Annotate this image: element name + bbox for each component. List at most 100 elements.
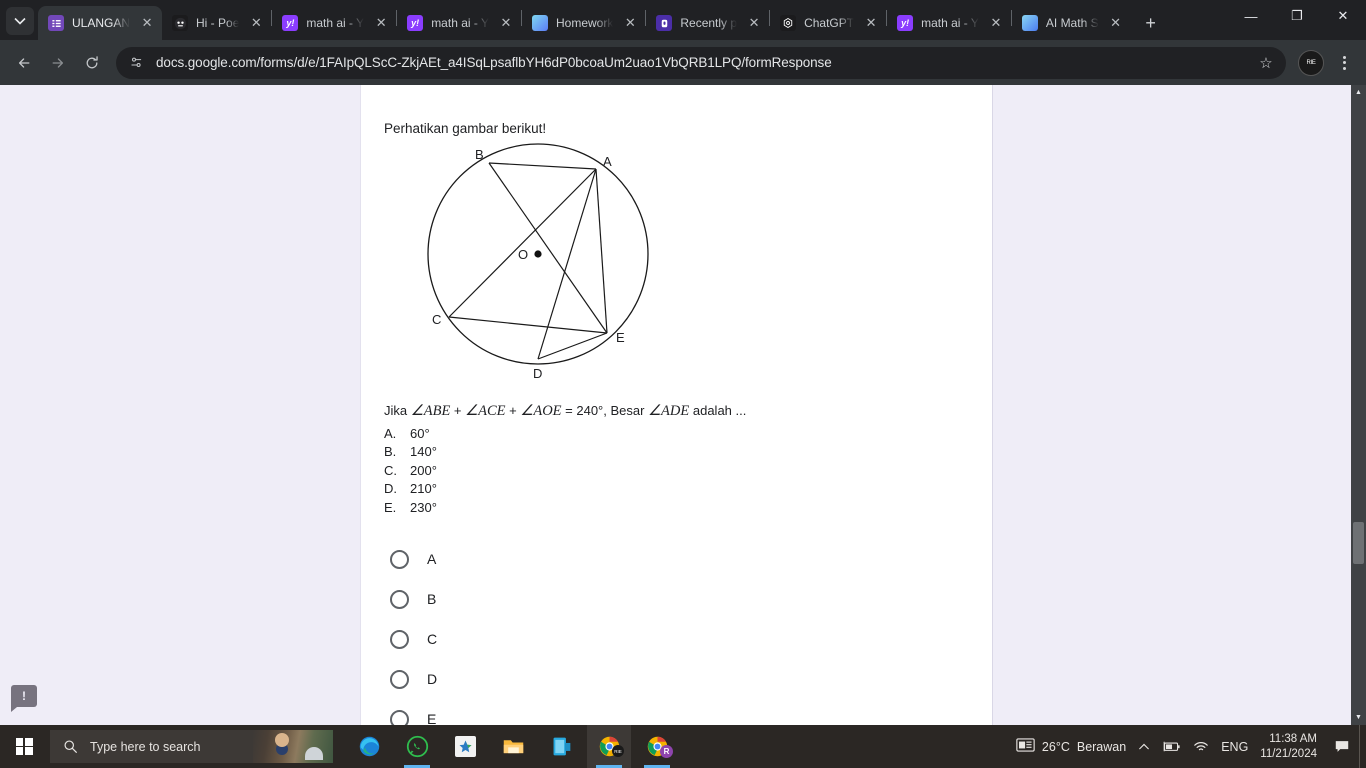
taskbar-app-whatsapp[interactable] — [395, 725, 439, 768]
browser-window: ULANGAN ✕ Hi - Poe ✕ y! math ai - Y ✕ y!… — [0, 0, 1366, 725]
kebab-menu-icon — [1342, 55, 1346, 59]
profile-badge-r: R — [660, 745, 673, 758]
profile-avatar[interactable]: RIE — [1298, 49, 1324, 76]
radio-button-icon[interactable] — [390, 629, 409, 649]
yahoo-icon: y! — [407, 15, 424, 31]
address-bar[interactable]: docs.google.com/forms/d/e/1FAIpQLScC-Zkj… — [116, 46, 1286, 79]
close-window-button[interactable]: ✕ — [1320, 0, 1366, 32]
maximize-button[interactable]: ❐ — [1274, 0, 1320, 32]
tab-search-button[interactable] — [6, 7, 34, 35]
tab-title: Hi - Poe — [196, 16, 240, 30]
tab-title: ChatGPT — [804, 16, 855, 30]
tab-title: math ai - Y — [431, 16, 489, 30]
tab-chatgpt[interactable]: ChatGPT ✕ — [770, 6, 886, 40]
taskbar-app-chrome-r[interactable]: R — [635, 725, 679, 768]
chatgpt-icon — [780, 15, 797, 31]
tab-close-button[interactable]: ✕ — [497, 14, 515, 32]
notification-center-button[interactable] — [1325, 725, 1359, 768]
back-button[interactable] — [8, 47, 40, 79]
taskbar-app-chrome-rie[interactable]: RIE — [587, 725, 631, 768]
radio-option-a[interactable]: A — [384, 539, 992, 579]
show-desktop-button[interactable] — [1359, 725, 1366, 768]
weather-condition: Berawan — [1076, 739, 1127, 754]
radio-option-c[interactable]: C — [384, 619, 992, 659]
tab-recently[interactable]: Recently p ✕ — [646, 6, 769, 40]
windows-start-icon — [15, 738, 33, 755]
diagram-label-E: E — [616, 330, 625, 345]
tab-title: Recently p — [680, 16, 738, 30]
arrow-left-icon — [18, 57, 30, 68]
radio-option-d[interactable]: D — [384, 659, 992, 699]
tab-close-button[interactable]: ✕ — [987, 14, 1005, 32]
radio-button-icon[interactable] — [390, 709, 409, 725]
choice-label: E. — [384, 499, 397, 515]
choice-label: C. — [384, 462, 397, 478]
circle-geometry-diagram: B A C D E O — [390, 142, 992, 397]
tab-close-button[interactable]: ✕ — [138, 14, 156, 32]
clock-widget[interactable]: 11:38 AM 11/21/2024 — [1254, 725, 1325, 768]
choice-label: D. — [384, 481, 397, 497]
battery-status[interactable] — [1156, 725, 1187, 768]
choice-value: 210° — [410, 481, 437, 497]
tab-ai-math-solver[interactable]: AI Math S ✕ — [1012, 6, 1131, 40]
taskbar-app-file-explorer[interactable] — [491, 725, 535, 768]
star-app-icon — [454, 736, 476, 757]
radio-button-icon[interactable] — [390, 589, 409, 609]
weather-widget[interactable]: 26°C Berawan — [1010, 725, 1132, 768]
tab-close-button[interactable]: ✕ — [372, 14, 390, 32]
radio-option-b[interactable]: B — [384, 579, 992, 619]
diagram-label-D: D — [533, 366, 542, 381]
tab-close-button[interactable]: ✕ — [247, 14, 265, 32]
radio-button-icon[interactable] — [390, 669, 409, 689]
tab-close-button[interactable]: ✕ — [745, 14, 763, 32]
tab-poe[interactable]: Hi - Poe ✕ — [162, 6, 271, 40]
tab-strip: ULANGAN ✕ Hi - Poe ✕ y! math ai - Y ✕ y!… — [0, 0, 1366, 40]
choice-text-list: A. 60° B. 140° C. 200° D. 210° E. 230° — [384, 425, 992, 517]
taskbar-app-icons: RIE R — [347, 725, 679, 768]
page-scrollbar[interactable]: ▲ ▼ — [1351, 85, 1366, 725]
choice-text-b: B. 140° — [384, 443, 992, 461]
feedback-button[interactable]: ! — [11, 685, 37, 712]
tab-close-button[interactable]: ✕ — [621, 14, 639, 32]
taskbar-app-microsoft-edge[interactable] — [347, 725, 391, 768]
tab-homework[interactable]: Homework ✕ — [522, 6, 645, 40]
tab-math-ai-1[interactable]: y! math ai - Y ✕ — [272, 6, 396, 40]
taskbar-search-input[interactable]: Type here to search — [50, 730, 333, 763]
bookmark-star-icon[interactable]: ☆ — [1252, 49, 1280, 77]
reload-icon — [86, 55, 98, 68]
news-weather-icon — [1016, 737, 1035, 756]
tab-close-button[interactable]: ✕ — [1107, 14, 1125, 32]
tray-overflow-button[interactable] — [1132, 725, 1156, 768]
recently-icon — [656, 15, 673, 31]
minimize-button[interactable]: — — [1228, 0, 1274, 32]
tab-math-ai-3[interactable]: y! math ai - Y ✕ — [887, 6, 1011, 40]
tab-ulangan[interactable]: ULANGAN ✕ — [38, 6, 163, 40]
taskbar-app-star[interactable] — [443, 725, 487, 768]
scroll-up-button[interactable]: ▲ — [1351, 85, 1366, 100]
taskbar-app-blue[interactable] — [539, 725, 583, 768]
radio-option-e[interactable]: E — [384, 699, 992, 725]
radio-option-label: B — [427, 591, 437, 608]
page-viewport: Perhatikan gambar berikut! B A C D E O J… — [0, 85, 1366, 725]
reload-button[interactable] — [76, 47, 108, 79]
choice-value: 140° — [410, 444, 437, 460]
new-tab-button[interactable]: + — [1137, 9, 1165, 37]
radio-button-icon[interactable] — [390, 549, 409, 569]
scrollbar-thumb[interactable] — [1353, 522, 1364, 564]
notification-icon — [1335, 741, 1349, 752]
radio-option-label: A — [427, 551, 437, 568]
prompt-plus-2: + — [505, 403, 521, 418]
browser-menu-button[interactable] — [1330, 47, 1358, 79]
wifi-status[interactable] — [1187, 725, 1215, 768]
site-settings-icon[interactable] — [124, 51, 148, 75]
choice-value: 230° — [410, 499, 437, 515]
forward-button[interactable] — [42, 47, 74, 79]
scroll-down-button[interactable]: ▼ — [1351, 710, 1366, 725]
start-button[interactable] — [0, 725, 48, 768]
system-tray: 26°C Berawan ENG 11:38 AM 11/21/2024 — [1010, 725, 1366, 768]
tab-math-ai-2[interactable]: y! math ai - Y ✕ — [397, 6, 521, 40]
google-form-card: Perhatikan gambar berikut! B A C D E O J… — [360, 85, 993, 725]
tab-close-button[interactable]: ✕ — [862, 14, 880, 32]
arrow-right-icon — [52, 57, 64, 68]
language-indicator[interactable]: ENG — [1215, 725, 1254, 768]
